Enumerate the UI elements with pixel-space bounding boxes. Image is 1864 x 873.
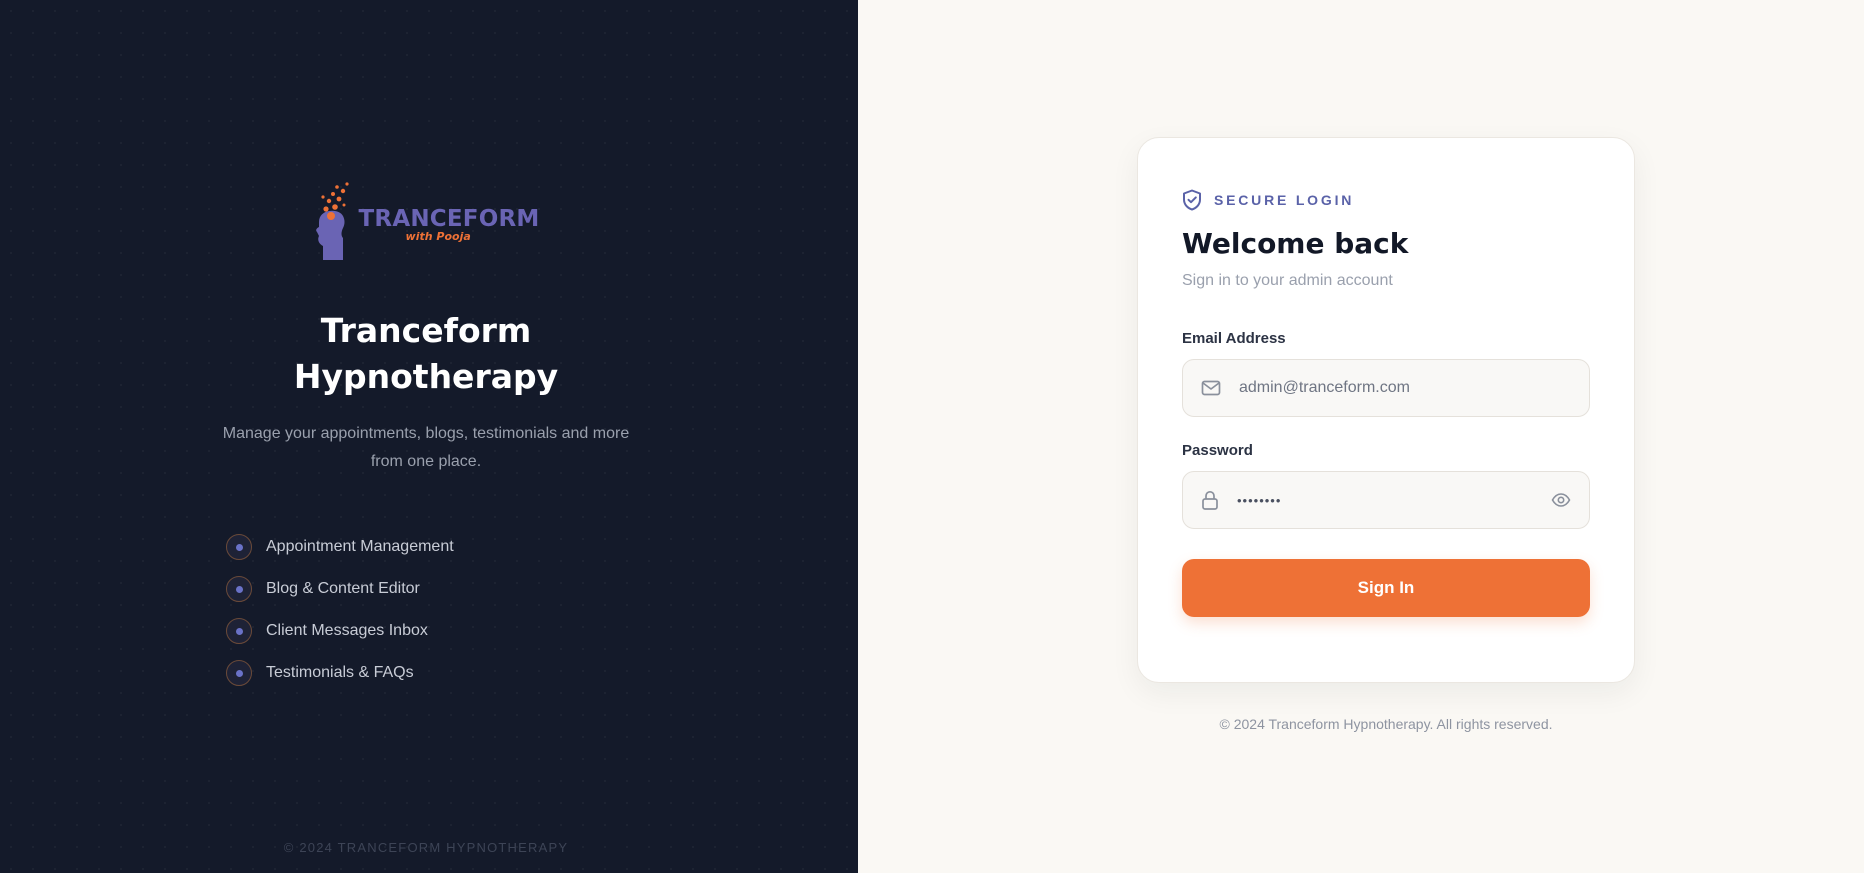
login-panel-footer: © 2024 Tranceform Hypnotherapy. All righ… (858, 716, 1864, 732)
logo-tagline: with Pooja (405, 230, 471, 243)
feature-item: Appointment Management (226, 526, 454, 568)
lock-icon (1202, 490, 1218, 510)
feature-item: Blog & Content Editor (226, 568, 454, 610)
feature-dot-icon (226, 576, 252, 602)
brand-title: Tranceform Hypnotherapy (293, 311, 559, 396)
feature-label: Testimonials & FAQs (266, 664, 414, 681)
login-hint: Sign in to your admin account (1182, 272, 1393, 289)
password-label: Password (1182, 442, 1253, 459)
brand-panel-footer: © 2024 TRANCEFORM HYPNOTHERAPY (283, 840, 569, 855)
secure-login-label: SECURE LOGIN (1214, 192, 1355, 208)
sign-in-button[interactable]: Sign In (1182, 559, 1590, 617)
feature-label: Blog & Content Editor (266, 580, 420, 597)
login-heading: Welcome back (1182, 227, 1409, 260)
password-field[interactable]: •••••••• (1182, 471, 1590, 529)
feature-item: Client Messages Inbox (226, 610, 454, 652)
secure-login-badge: SECURE LOGIN (1182, 188, 1590, 212)
shield-check-icon (1183, 189, 1201, 211)
email-field[interactable]: admin@tranceform.com (1182, 359, 1590, 417)
head-butterflies-logo-icon (315, 182, 349, 260)
copyright-text: © 2024 Tranceform Hypnotherapy. All righ… (1219, 716, 1553, 732)
email-value: admin@tranceform.com (1239, 379, 1410, 396)
feature-dot-icon (226, 618, 252, 644)
feature-item: Testimonials & FAQs (226, 652, 454, 694)
feature-label: Client Messages Inbox (266, 622, 428, 639)
logo: TRANCEFORM with Pooja (313, 180, 540, 262)
email-label: Email Address (1182, 330, 1286, 347)
brand-block: TRANCEFORM with Pooja Tranceform Hypnoth… (0, 180, 852, 476)
password-value: •••••••• (1237, 492, 1282, 508)
logo-text: TRANCEFORM with Pooja (359, 207, 540, 243)
mail-icon (1201, 380, 1221, 396)
eye-icon[interactable] (1551, 492, 1571, 508)
login-card: SECURE LOGIN Welcome back Sign in to you… (1137, 137, 1635, 683)
brand-panel: TRANCEFORM with Pooja Tranceform Hypnoth… (0, 0, 858, 873)
feature-label: Appointment Management (266, 538, 454, 555)
brand-subtitle: Manage your appointments, blogs, testimo… (222, 425, 630, 470)
feature-dot-icon (226, 660, 252, 686)
logo-wordmark: TRANCEFORM (358, 206, 540, 232)
login-panel: SECURE LOGIN Welcome back Sign in to you… (858, 0, 1864, 873)
feature-dot-icon (226, 534, 252, 560)
feature-list: Appointment Management Blog & Content Ed… (226, 526, 454, 694)
